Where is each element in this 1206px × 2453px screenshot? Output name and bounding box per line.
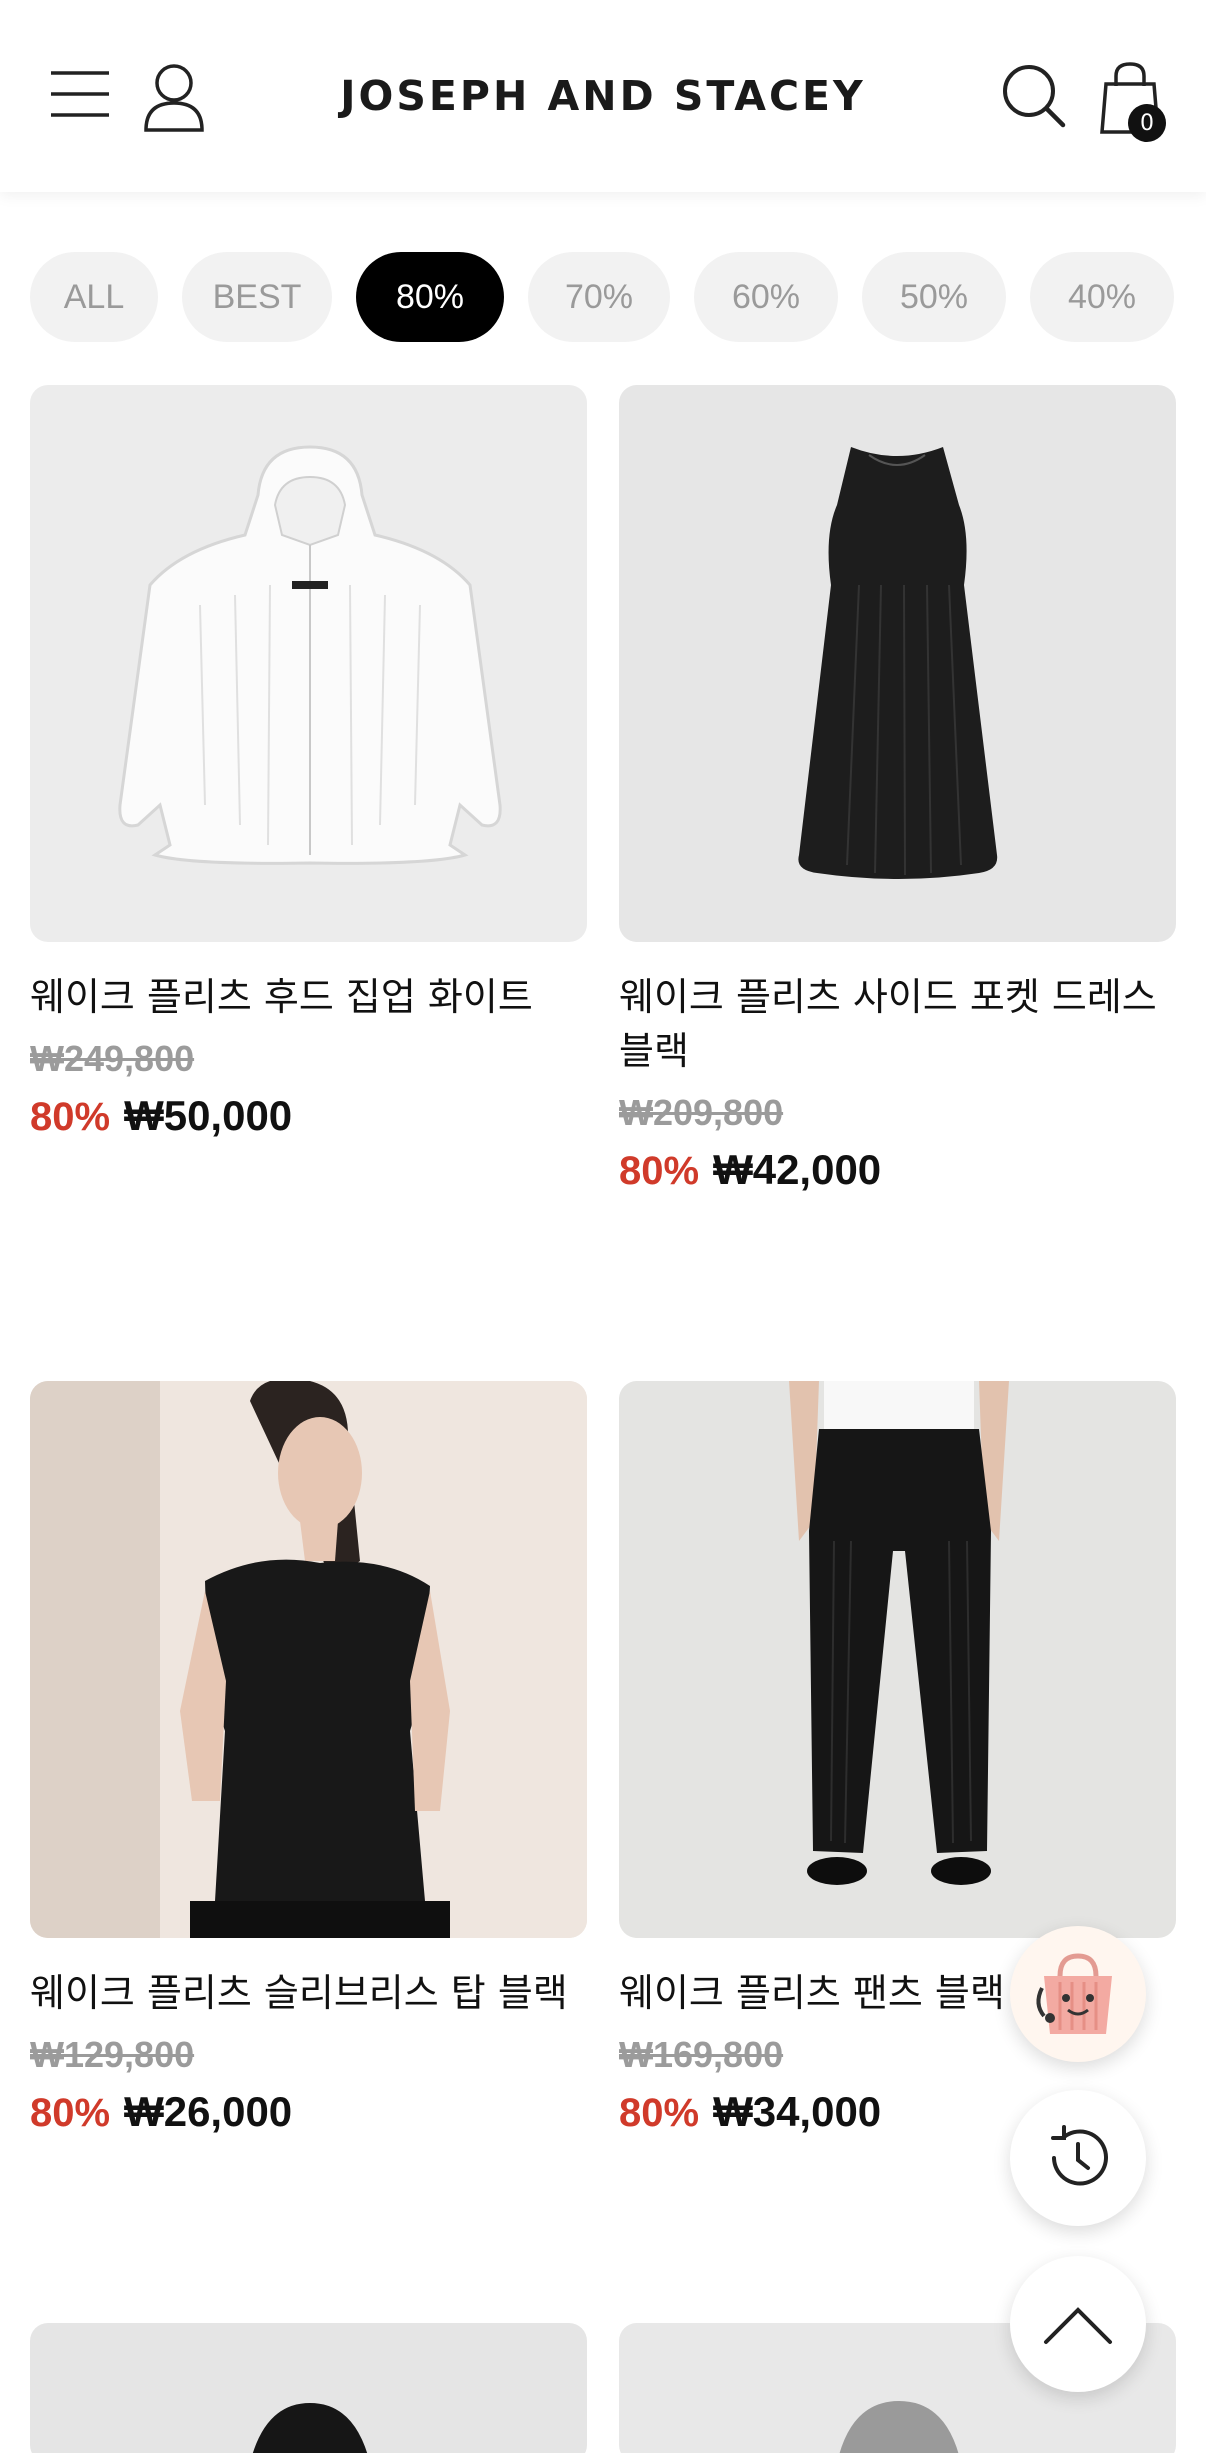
sale-price: ₩42,000 xyxy=(713,1146,882,1193)
product-image-model-pleated-pants[interactable] xyxy=(619,1381,1176,1938)
filter-chip-60[interactable]: 60% xyxy=(694,252,838,342)
discount-rate: 80% xyxy=(30,1095,111,1139)
search-icon xyxy=(1003,65,1066,128)
cart-button[interactable]: 0 xyxy=(1090,56,1170,142)
original-price: ₩129,800 xyxy=(30,2034,195,2075)
product-card[interactable]: 웨이크 플리츠 슬리브리스 탑 블랙 ₩129,800 80% ₩26,000 xyxy=(30,1381,587,2136)
filter-chip-50[interactable]: 50% xyxy=(862,252,1006,342)
product-name[interactable]: 웨이크 플리츠 슬리브리스 탑 블랙 xyxy=(30,1966,587,2020)
sale-price: ₩34,000 xyxy=(713,2088,882,2135)
shopping-assistant-button[interactable] xyxy=(1010,1926,1146,2062)
filter-chip-80[interactable]: 80% xyxy=(356,252,504,342)
price-row: 80% ₩42,000 xyxy=(619,1146,1176,1194)
scroll-to-top-button[interactable] xyxy=(1010,2256,1146,2392)
top-header: JOSEPH AND STACEY 0 xyxy=(0,0,1206,192)
product-name[interactable]: 웨이크 플리츠 후드 집업 화이트 xyxy=(30,970,587,1024)
original-price: ₩209,800 xyxy=(619,1092,784,1133)
sale-price: ₩26,000 xyxy=(124,2088,293,2135)
product-name[interactable]: 웨이크 플리츠 사이드 포켓 드레스 블랙 xyxy=(619,970,1176,1078)
product-image-black-dress[interactable] xyxy=(619,385,1176,942)
original-price: ₩249,800 xyxy=(30,1038,195,1079)
price-row: 80% ₩50,000 xyxy=(30,1092,587,1140)
filter-chip-best[interactable]: BEST xyxy=(182,252,332,342)
search-button[interactable] xyxy=(996,58,1072,134)
menu-button[interactable] xyxy=(40,58,120,130)
user-icon xyxy=(144,64,204,132)
recent-history-icon xyxy=(1051,2125,1108,2186)
filter-chip-70[interactable]: 70% xyxy=(528,252,670,342)
filter-chip-40[interactable]: 40% xyxy=(1030,252,1174,342)
product-image-model-sleeveless-top[interactable] xyxy=(30,1381,587,1938)
product-image-black-hood[interactable] xyxy=(30,2323,587,2453)
account-button[interactable] xyxy=(138,58,210,138)
sale-price: ₩50,000 xyxy=(124,1092,293,1139)
product-card[interactable]: 웨이크 플리츠 사이드 포켓 드레스 블랙 ₩209,800 80% ₩42,0… xyxy=(619,385,1176,1194)
product-image-white-hood-jacket[interactable] xyxy=(30,385,587,942)
chevron-up-icon xyxy=(1044,2307,1112,2344)
product-card[interactable]: 웨이크 플리츠 후드 집업 화이트 ₩249,800 80% ₩50,000 xyxy=(30,385,587,1140)
shopping-assistant-icon xyxy=(1036,1953,1112,2034)
discount-rate: 80% xyxy=(619,2091,700,2135)
cart-count-badge: 0 xyxy=(1128,104,1166,142)
filter-chip-all[interactable]: ALL xyxy=(30,252,158,342)
discount-rate: 80% xyxy=(30,2091,111,2135)
recently-viewed-button[interactable] xyxy=(1010,2090,1146,2226)
price-row: 80% ₩26,000 xyxy=(30,2088,587,2136)
brand-logo[interactable]: JOSEPH AND STACEY xyxy=(300,64,906,128)
discount-rate: 80% xyxy=(619,1149,700,1193)
menu-icon xyxy=(51,71,109,117)
product-card[interactable] xyxy=(30,2323,587,2453)
discount-filter-bar: ALL BEST 80% 70% 60% 50% 40% xyxy=(30,252,1206,342)
